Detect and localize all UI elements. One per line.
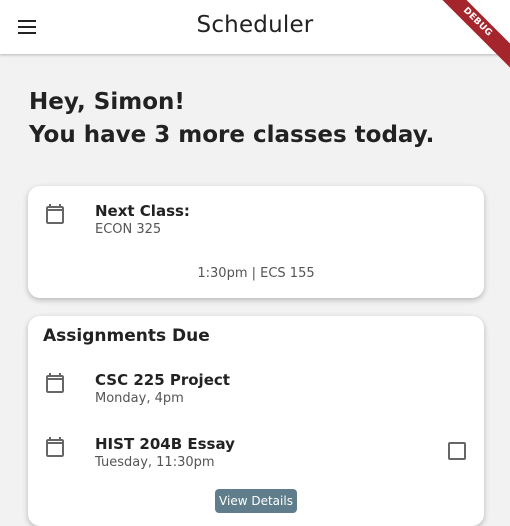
assignment-due: Monday, 4pm	[95, 391, 184, 406]
greeting: Hey, Simon! You have 3 more classes toda…	[29, 86, 434, 152]
next-class-course: ECON 325	[95, 222, 162, 237]
next-class-time-location: 1:30pm | ECS 155	[197, 266, 315, 281]
assignments-title: Assignments Due	[43, 326, 210, 346]
app-title: Scheduler	[196, 12, 314, 38]
greeting-hello: Hey, Simon!	[29, 89, 185, 115]
app-bar: Scheduler	[0, 0, 510, 54]
view-details-button[interactable]: View Details	[215, 489, 297, 513]
next-class-card[interactable]: Next Class: ECON 325 1:30pm | ECS 155	[28, 186, 484, 298]
assignment-complete-checkbox[interactable]	[448, 442, 466, 460]
assignment-title: HIST 204B Essay	[95, 435, 235, 453]
calendar-icon	[43, 435, 67, 459]
assignment-title: CSC 225 Project	[95, 371, 230, 389]
assignments-card: Assignments Due CSC 225 Project Monday, …	[28, 316, 484, 526]
greeting-classes-remaining: You have 3 more classes today.	[29, 122, 435, 148]
calendar-icon	[43, 202, 67, 226]
assignment-due: Tuesday, 11:30pm	[95, 455, 215, 470]
calendar-icon	[43, 371, 67, 395]
next-class-label: Next Class:	[95, 202, 190, 220]
